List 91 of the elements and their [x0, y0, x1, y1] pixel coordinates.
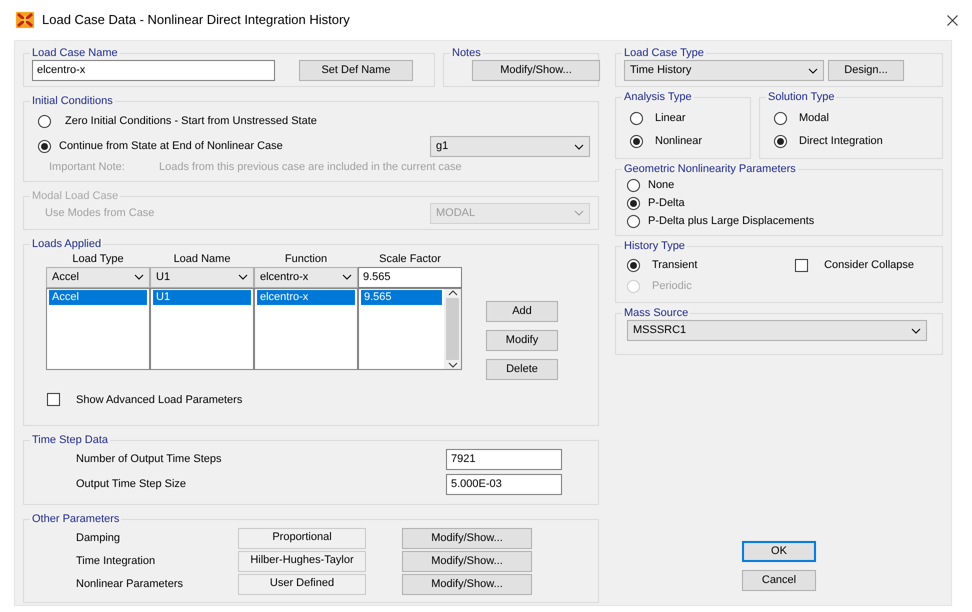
- radio-button[interactable]: [774, 112, 787, 124]
- radio-button[interactable]: [38, 114, 51, 128]
- checkbox[interactable]: [795, 258, 808, 272]
- modify-show-button[interactable]: Modify/Show...: [402, 574, 532, 595]
- field-label: Number of Output Time Steps: [76, 452, 223, 468]
- window-title: Load Case Data - Nonlinear Direct Integration History: [42, 11, 350, 30]
- list-cell[interactable]: 9.565: [361, 290, 442, 304]
- column-header: Load Type: [71, 252, 125, 266]
- scrollbar[interactable]: [444, 288, 461, 368]
- group-label: Analysis Type: [623, 91, 693, 104]
- chevron-down-icon: [134, 274, 144, 280]
- text-field[interactable]: 7921: [446, 449, 562, 470]
- radio-button[interactable]: [627, 196, 640, 210]
- group-label: History Type: [623, 240, 686, 253]
- group-label: Loads Applied: [31, 238, 102, 250]
- dropdown[interactable]: U1: [150, 266, 254, 288]
- chevron-down-icon: [342, 274, 352, 280]
- chevron-down-icon: [238, 274, 248, 280]
- radio-label: Periodic: [652, 278, 692, 294]
- radio-button[interactable]: [627, 214, 640, 228]
- radio-label: Linear: [655, 110, 686, 126]
- group-label: Notes: [451, 47, 482, 60]
- chevron-down-icon: [808, 68, 818, 74]
- app-icon: [16, 12, 34, 28]
- radio-label: P-Delta: [648, 196, 685, 211]
- checkbox[interactable]: [47, 393, 60, 406]
- modify-show-button[interactable]: Modify/Show...: [402, 528, 532, 549]
- dropdown[interactable]: MSSSRC1: [627, 320, 927, 341]
- list-action-button[interactable]: Add: [486, 300, 558, 322]
- dropdown[interactable]: elcentro-x: [254, 266, 358, 288]
- dropdown[interactable]: Accel: [46, 266, 150, 288]
- column-header: Scale Factor: [378, 252, 442, 266]
- radio-label: Nonlinear: [655, 134, 702, 149]
- group-label: Time Step Data: [31, 434, 110, 447]
- checkbox-label: Show Advanced Load Parameters: [76, 392, 242, 408]
- radio-button[interactable]: [630, 134, 643, 148]
- text-field[interactable]: elcentro-x: [32, 60, 275, 81]
- checkbox-label: Consider Collapse: [824, 258, 914, 273]
- dialog-button[interactable]: OK: [742, 541, 816, 562]
- list-cell[interactable]: Accel: [49, 290, 147, 304]
- radio-label: P-Delta plus Large Displacements: [648, 214, 814, 229]
- parameter-value: Hilber-Hughes-Taylor: [238, 551, 366, 572]
- radio-label: Modal: [799, 110, 829, 126]
- radio-label: Zero Initial Conditions - Start from Unstressed State: [65, 114, 317, 129]
- chevron-down-icon: [911, 328, 921, 334]
- parameter-label: Nonlinear Parameters: [76, 577, 184, 592]
- design-button[interactable]: Design...: [828, 60, 904, 81]
- dropdown[interactable]: Time History: [624, 60, 824, 81]
- parameter-label: Damping: [76, 531, 122, 546]
- column-header: Function: [284, 252, 328, 266]
- list-cell[interactable]: U1: [153, 290, 251, 304]
- column-header: Load Name: [172, 252, 232, 266]
- radio-button[interactable]: [38, 140, 51, 153]
- radio-button[interactable]: [627, 178, 640, 192]
- list-cell[interactable]: elcentro-x: [257, 290, 355, 304]
- group-label: Geometric Nonlinearity Parameters: [623, 163, 797, 176]
- radio-label: Direct Integration: [799, 134, 883, 149]
- radio-button[interactable]: [627, 258, 640, 272]
- scroll-down-icon[interactable]: [448, 362, 458, 368]
- list-action-button[interactable]: Modify: [486, 330, 558, 350]
- group-label: Modal Load Case: [31, 190, 120, 202]
- group-label: Mass Source: [623, 307, 690, 320]
- note-text: Loads from this previous case are included in the current case: [159, 160, 462, 175]
- field-label: Use Modes from Case: [45, 206, 154, 221]
- dialog-button[interactable]: Cancel: [742, 570, 816, 591]
- modify-show-button[interactable]: Modify/Show...: [402, 551, 532, 572]
- group-label: Initial Conditions: [31, 95, 114, 108]
- parameter-value: Proportional: [238, 528, 366, 549]
- text-field[interactable]: 9.565: [358, 266, 462, 288]
- group-label: Load Case Type: [623, 47, 705, 60]
- radio-button[interactable]: [774, 134, 787, 148]
- chevron-down-icon: [574, 210, 584, 216]
- modify-show-button[interactable]: Modify/Show...: [472, 60, 600, 81]
- field-label: Output Time Step Size: [76, 477, 188, 492]
- text-field[interactable]: 5.000E-03: [446, 474, 562, 495]
- radio-label: None: [648, 178, 674, 193]
- note-label: Important Note:: [49, 160, 126, 175]
- close-icon[interactable]: [947, 14, 958, 26]
- radio-label: Transient: [652, 258, 698, 273]
- scroll-up-icon[interactable]: [448, 288, 458, 296]
- set-default-name-button[interactable]: Set Def Name: [299, 60, 413, 81]
- chevron-down-icon: [574, 144, 584, 150]
- radio-button[interactable]: [630, 112, 643, 124]
- parameter-label: Time Integration: [76, 554, 156, 570]
- group-label: Other Parameters: [31, 513, 120, 526]
- parameter-value: User Defined: [238, 574, 366, 595]
- group-label: Solution Type: [767, 91, 836, 104]
- radio-label: Continue from State at End of Nonlinear Case: [59, 139, 283, 154]
- dropdown[interactable]: g1: [430, 136, 590, 157]
- group-label: Load Case Name: [31, 47, 119, 60]
- list-action-button[interactable]: Delete: [486, 358, 558, 380]
